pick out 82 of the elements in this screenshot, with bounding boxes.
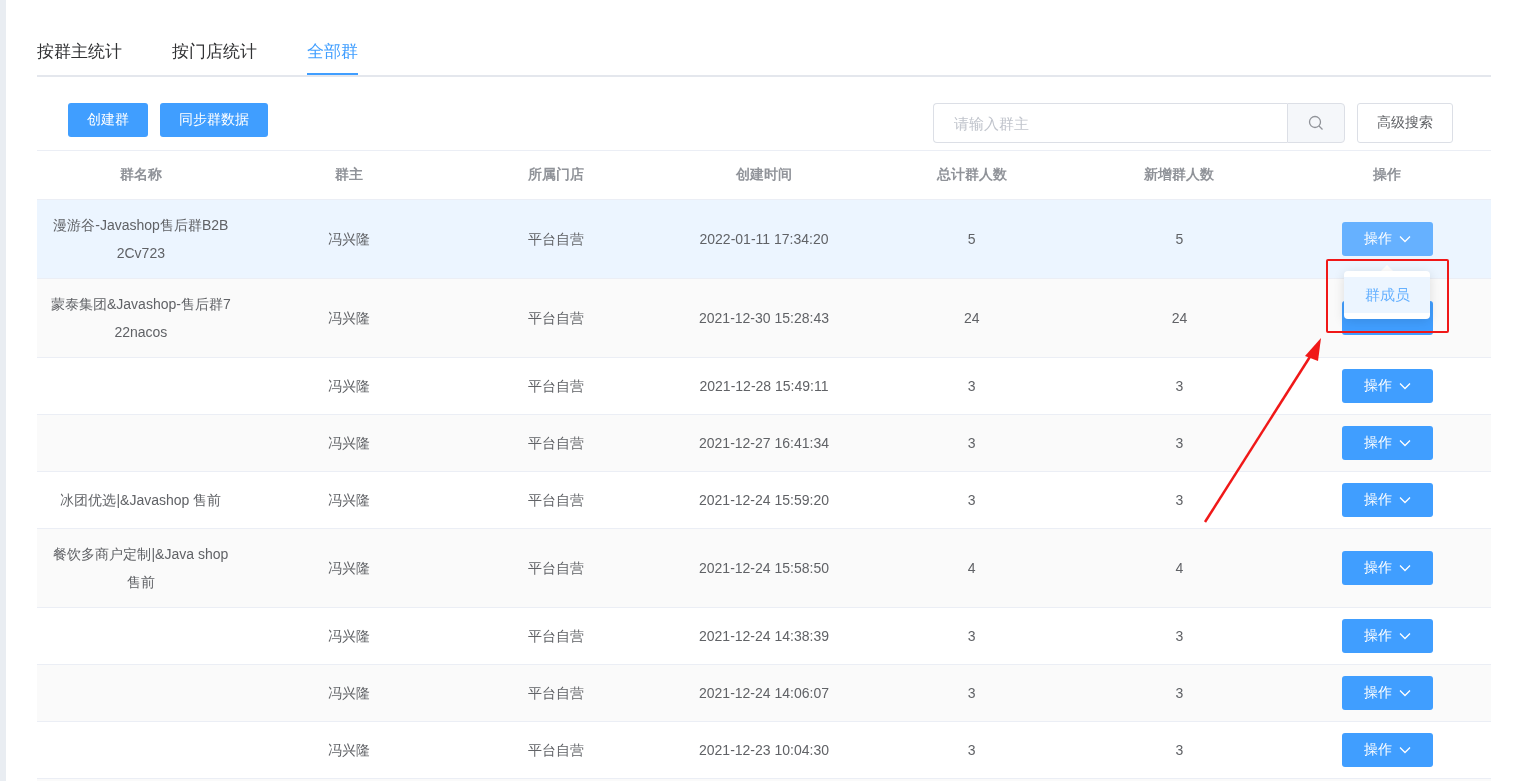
search-icon (1308, 115, 1324, 131)
table-cell-text: 2021-12-23 10:04:30 (699, 741, 829, 760)
column-header: 创建时间 (736, 166, 792, 184)
table-cell-text: 漫游谷-Javashop售后群B2B2Cv723 (52, 216, 230, 263)
table-cell-text: 3 (1175, 627, 1184, 646)
table-cell-text: 冯兴隆 (327, 230, 370, 249)
column-header: 总计群人数 (936, 166, 1007, 184)
table-cell-text: 蒙泰集团&Javashop-售后群722nacos (51, 295, 231, 342)
table-cell-text: 3 (1175, 684, 1184, 703)
action-dropdown-button[interactable]: 操作 (1341, 222, 1433, 256)
table-cell-text: 冯兴隆 (327, 434, 370, 453)
table-cell-text: 3 (967, 377, 976, 396)
table-cell-text: 冰团优选|&Javashop 售前 (60, 491, 222, 510)
action-dropdown-button[interactable]: 操作 (1341, 619, 1433, 653)
chevron-down-icon (1398, 382, 1411, 390)
column-header: 新增群人数 (1144, 166, 1215, 184)
action-dropdown-button[interactable]: 操作 (1341, 369, 1433, 403)
table-cell-text: 2021-12-24 14:06:07 (699, 684, 829, 703)
table-cell-text: 冯兴隆 (327, 741, 370, 760)
table-cell-text: 2022-01-11 17:34:20 (699, 230, 829, 249)
column-header: 群名称 (119, 166, 162, 184)
action-dropdown-button[interactable]: 操作 (1341, 551, 1433, 585)
table-cell-text: 3 (1175, 377, 1184, 396)
table-cell-text: 平台自营 (528, 309, 585, 328)
chevron-down-icon (1398, 235, 1411, 243)
table-cell-text: 平台自营 (528, 230, 585, 249)
table-cell-text: 平台自营 (528, 684, 585, 703)
table-cell-text: 2021-12-28 15:49:11 (699, 377, 829, 396)
table-cell-text: 平台自营 (528, 491, 585, 510)
toolbar-button[interactable]: 同步群数据 (160, 103, 268, 137)
action-dropdown-button[interactable]: 操作 (1341, 426, 1433, 460)
table-cell-text: 平台自营 (528, 377, 585, 396)
chevron-down-icon (1398, 632, 1411, 640)
chevron-down-icon (1398, 746, 1411, 754)
table-cell-text: 3 (967, 684, 976, 703)
table-cell-text: 24 (963, 309, 980, 328)
table-cell-text: 5 (967, 230, 976, 249)
table-cell-text: 冯兴隆 (327, 627, 370, 646)
table-cell-text: 餐饮多商户定制|&Java shop售前 (52, 545, 230, 592)
table-cell-text: 3 (1175, 434, 1184, 453)
table-cell-text: 平台自营 (528, 434, 585, 453)
table-cell-text: 2021-12-30 15:28:43 (699, 309, 829, 328)
table-cell-text: 平台自营 (528, 627, 585, 646)
action-dropdown-button[interactable]: 操作 (1341, 676, 1433, 710)
tab[interactable]: 全部群 (307, 30, 358, 75)
toolbar-button[interactable]: 创建群 (68, 103, 148, 137)
table-cell-text: 2021-12-27 16:41:34 (699, 434, 829, 453)
action-dropdown-button[interactable]: 操作 (1341, 733, 1433, 767)
table-cell-text: 3 (1175, 491, 1184, 510)
column-header: 操作 (1373, 166, 1402, 184)
column-header: 所属门店 (528, 166, 585, 184)
chevron-down-icon (1398, 564, 1411, 572)
action-dropdown-button[interactable]: 操作 (1341, 483, 1433, 517)
table-cell-text: 冯兴隆 (327, 491, 370, 510)
chevron-down-icon (1398, 689, 1411, 697)
tab[interactable]: 按门店统计 (172, 30, 257, 75)
table-cell-text: 冯兴隆 (327, 684, 370, 703)
table-cell-text: 3 (1175, 741, 1184, 760)
table-cell-text: 5 (1175, 230, 1184, 249)
search-button[interactable] (1287, 103, 1345, 143)
table-cell-text: 24 (1171, 309, 1188, 328)
table-cell-text: 2021-12-24 15:58:50 (699, 559, 829, 578)
table-cell-text: 平台自营 (528, 741, 585, 760)
table-cell-text: 冯兴隆 (327, 309, 370, 328)
column-header: 群主 (334, 166, 363, 184)
table-cell-text: 4 (967, 559, 976, 578)
table-cell-text: 冯兴隆 (327, 559, 370, 578)
table-cell-text: 4 (1175, 559, 1184, 578)
chevron-down-icon (1398, 496, 1411, 504)
table-cell-text: 2021-12-24 15:59:20 (699, 491, 829, 510)
table-cell-text: 3 (967, 627, 976, 646)
table-cell-text: 3 (967, 491, 976, 510)
table-cell-text: 2021-12-24 14:38:39 (699, 627, 829, 646)
menu-item[interactable]: 群成员 (1344, 277, 1431, 313)
chevron-down-icon (1398, 439, 1411, 447)
table-cell-text: 冯兴隆 (327, 377, 370, 396)
table-cell-text: 3 (967, 434, 976, 453)
table-cell-text: 3 (967, 741, 976, 760)
search-field[interactable]: 请输入群主 (933, 103, 1287, 143)
advanced-search-button[interactable]: 高级搜索 (1357, 103, 1453, 143)
tab[interactable]: 按群主统计 (37, 30, 122, 75)
table-cell-text: 平台自营 (528, 559, 585, 578)
